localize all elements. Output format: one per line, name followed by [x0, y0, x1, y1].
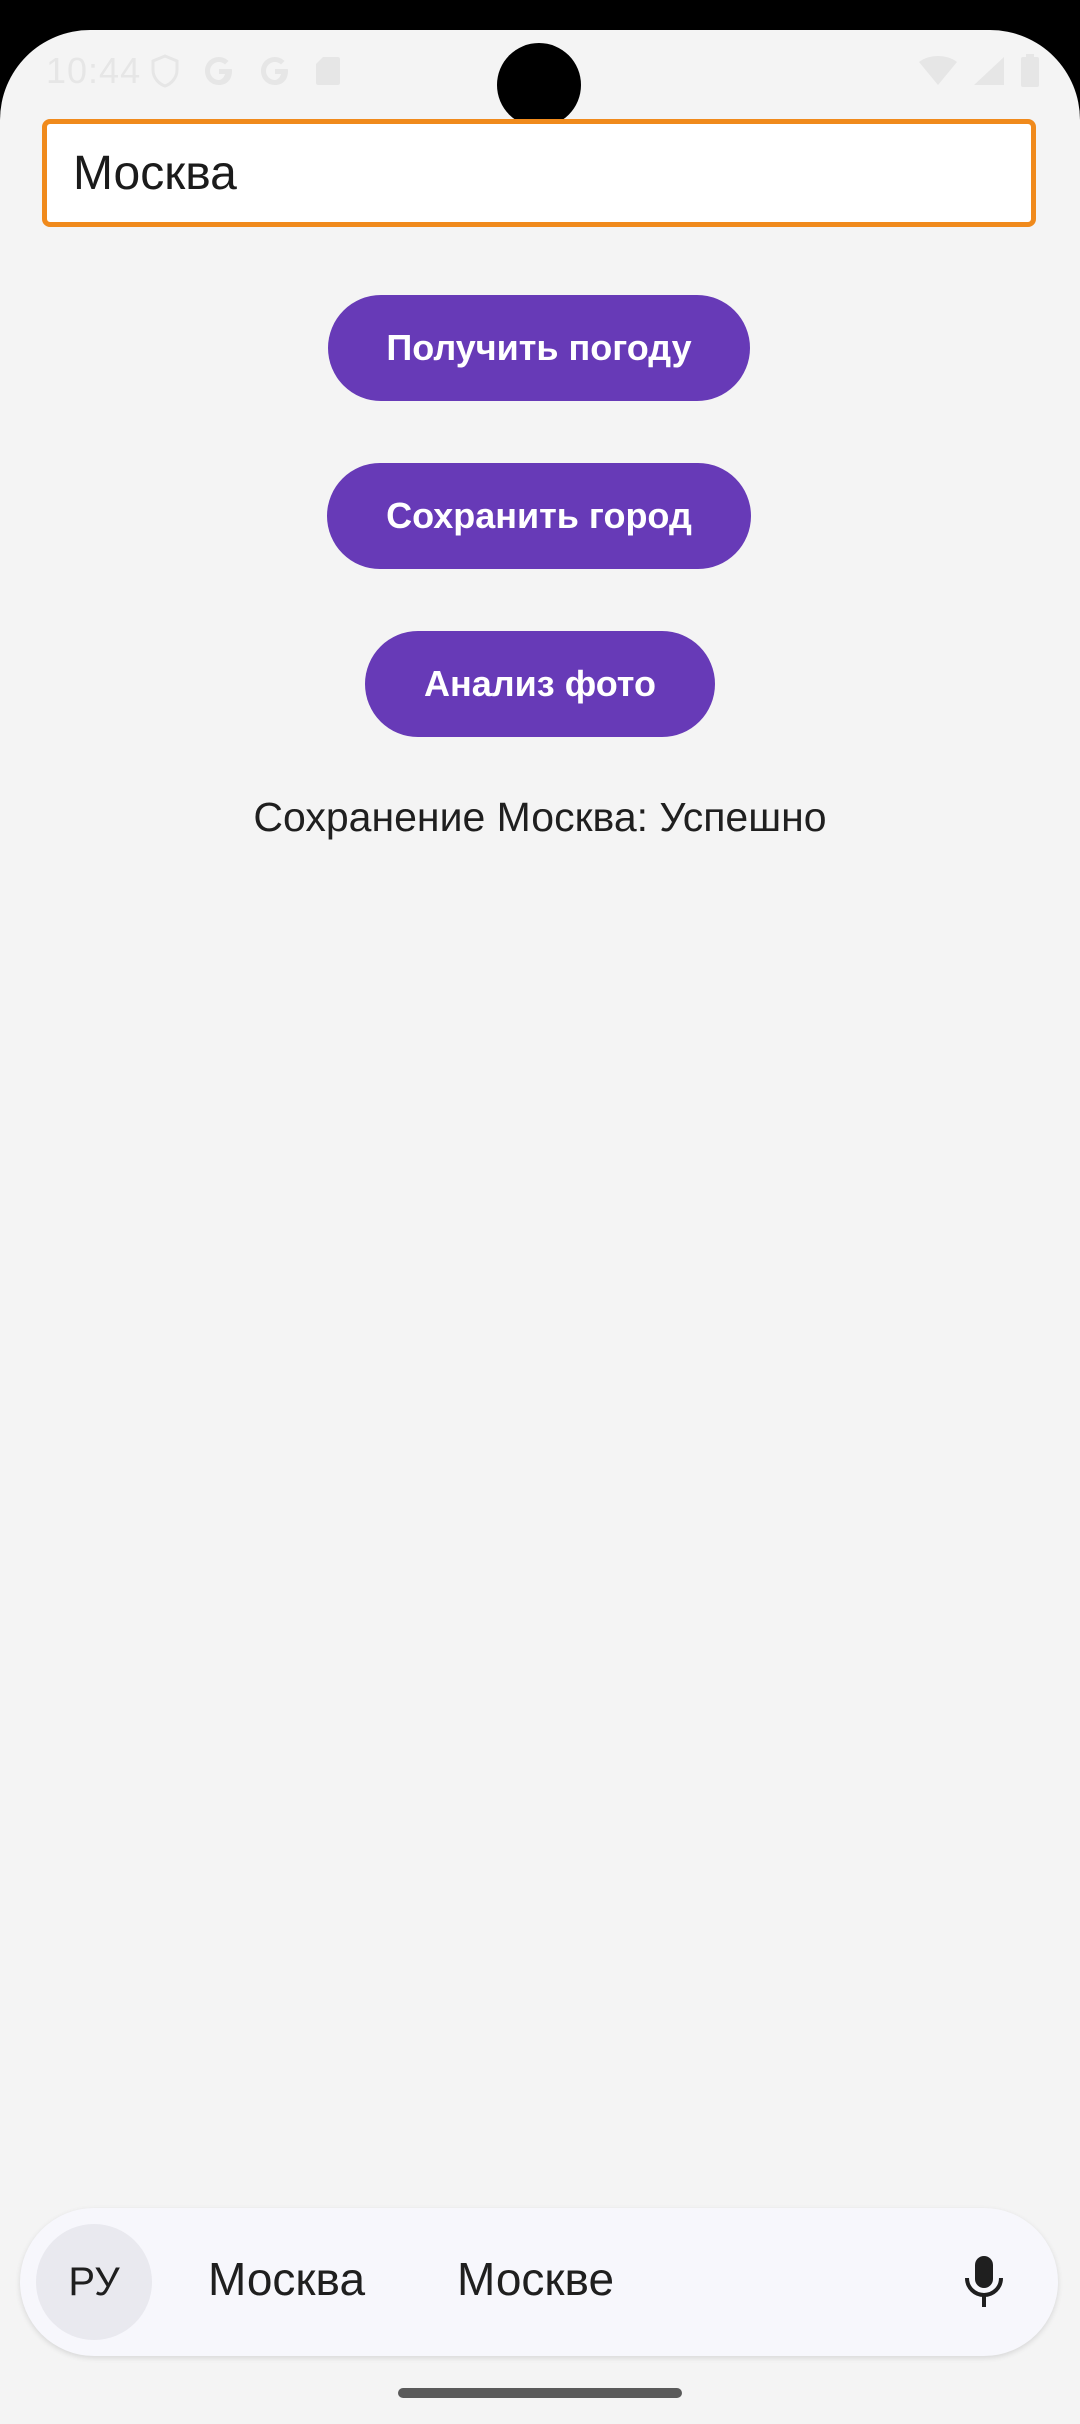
system-icons: [918, 54, 1040, 88]
wifi-icon: [919, 56, 957, 85]
sd-card-icon: [316, 57, 340, 85]
save-city-button[interactable]: Сохранить город: [327, 463, 751, 569]
language-switch-button[interactable]: РУ: [36, 2224, 152, 2340]
cellular-signal-icon: [974, 57, 1004, 85]
keyboard-suggestion-strip: РУ Москва Москве: [20, 2208, 1058, 2356]
city-input[interactable]: [42, 119, 1036, 227]
app-screen: 10:44 Москва Получить погоду Сохранить г…: [0, 30, 1080, 2424]
microphone-icon[interactable]: [960, 2254, 1008, 2310]
google-icon: [261, 57, 288, 85]
google-icon: [205, 57, 232, 85]
home-indicator[interactable]: [398, 2388, 682, 2398]
get-weather-button[interactable]: Получить погоду: [328, 295, 750, 401]
battery-icon: [1021, 54, 1039, 87]
notification-icons: [150, 54, 342, 88]
camera-cutout: [497, 43, 581, 127]
shield-icon: [151, 54, 179, 88]
status-time: 10:44: [46, 50, 142, 91]
save-result-text: Сохранение Москва: Успешно: [253, 794, 827, 840]
photo-analysis-button[interactable]: Анализ фото: [365, 631, 715, 737]
suggestion-2[interactable]: Москве: [457, 2252, 614, 2306]
suggestion-1[interactable]: Москва: [208, 2252, 365, 2306]
